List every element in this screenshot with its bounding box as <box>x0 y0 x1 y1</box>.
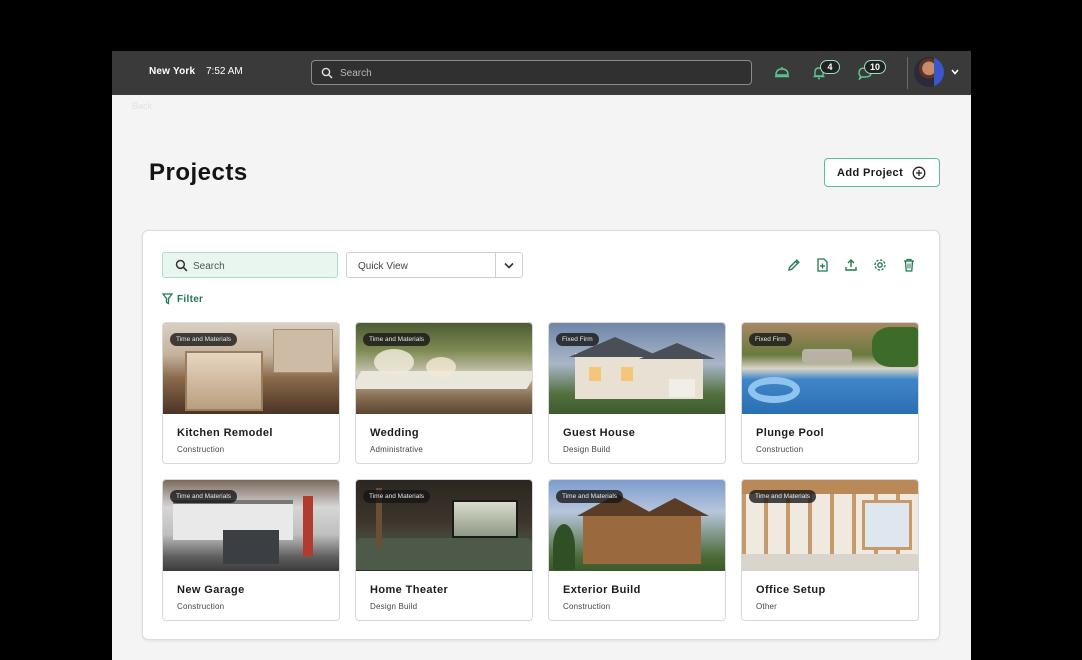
theater-photo: Time and Materials <box>356 480 532 571</box>
message-count-badge: 10 <box>864 60 887 74</box>
project-search-input[interactable]: Search <box>162 252 338 278</box>
search-icon <box>321 67 333 79</box>
funnel-icon <box>162 293 173 305</box>
notification-count-badge: 4 <box>820 60 840 74</box>
framing-photo: Time and Materials <box>742 480 918 571</box>
chevron-down-icon[interactable] <box>950 67 960 77</box>
contract-type-tag: Time and Materials <box>749 490 817 503</box>
global-search-input[interactable]: Search <box>311 60 752 85</box>
add-document-icon[interactable] <box>814 257 830 273</box>
project-name: Office Setup <box>756 584 826 596</box>
location-city: New York <box>149 66 196 77</box>
contract-type-tag: Time and Materials <box>363 490 431 503</box>
edit-pencil-icon[interactable] <box>786 257 802 273</box>
upload-icon[interactable] <box>843 257 859 273</box>
quick-view-value: Quick View <box>358 261 408 272</box>
house-photo: Fixed Firm <box>549 323 725 414</box>
project-category: Other <box>756 602 778 611</box>
contract-type-tag: Time and Materials <box>170 490 238 503</box>
project-name: Wedding <box>370 427 420 439</box>
exterior-house-photo: Time and Materials <box>549 480 725 571</box>
search-icon <box>175 259 188 272</box>
project-name: Exterior Build <box>563 584 641 596</box>
settings-gear-icon[interactable] <box>872 257 888 273</box>
project-category: Construction <box>177 602 225 611</box>
project-category: Administrative <box>370 445 424 454</box>
add-project-button[interactable]: Add Project <box>824 158 940 187</box>
project-card-wedding[interactable]: Time and Materials Wedding Administrativ… <box>355 322 533 464</box>
contract-type-tag: Time and Materials <box>170 333 238 346</box>
projects-panel: Search Quick View Filter Time and Materi… <box>142 230 940 640</box>
project-card-office-setup[interactable]: Time and Materials Office Setup Other <box>741 479 919 621</box>
project-card-home-theater[interactable]: Time and Materials Home Theater Design B… <box>355 479 533 621</box>
project-name: New Garage <box>177 584 245 596</box>
project-card-kitchen-remodel[interactable]: Time and Materials Kitchen Remodel Const… <box>162 322 340 464</box>
project-category: Construction <box>563 602 611 611</box>
top-bar: New York 7:52 AM Search 4 10 <box>112 51 971 95</box>
filter-label: Filter <box>177 294 204 305</box>
global-search-placeholder: Search <box>340 68 372 79</box>
project-name: Guest House <box>563 427 636 439</box>
pool-photo: Fixed Firm <box>742 323 918 414</box>
project-name: Plunge Pool <box>756 427 824 439</box>
chevron-down-icon[interactable] <box>503 261 515 271</box>
trash-icon[interactable] <box>901 257 917 273</box>
project-card-plunge-pool[interactable]: Fixed Firm Plunge Pool Construction <box>741 322 919 464</box>
desk-bell-icon[interactable] <box>774 66 790 78</box>
project-name: Kitchen Remodel <box>177 427 273 439</box>
project-card-new-garage[interactable]: Time and Materials New Garage Constructi… <box>162 479 340 621</box>
topbar-divider <box>907 57 908 89</box>
project-category: Design Build <box>563 445 611 454</box>
contract-type-tag: Fixed Firm <box>556 333 599 346</box>
project-category: Design Build <box>370 602 418 611</box>
project-card-guest-house[interactable]: Fixed Firm Guest House Design Build <box>548 322 726 464</box>
plus-circle-icon <box>912 166 926 180</box>
app-window: New York 7:52 AM Search 4 10 Back Projec… <box>112 51 971 660</box>
project-name: Home Theater <box>370 584 449 596</box>
project-search-placeholder: Search <box>193 261 225 272</box>
back-link[interactable]: Back <box>132 101 152 111</box>
page-title: Projects <box>149 159 248 186</box>
location-time: 7:52 AM <box>206 66 243 77</box>
contract-type-tag: Time and Materials <box>556 490 624 503</box>
add-project-label: Add Project <box>837 167 904 179</box>
project-category: Construction <box>756 445 804 454</box>
select-divider <box>495 253 496 277</box>
project-category: Construction <box>177 445 225 454</box>
wedding-table-photo: Time and Materials <box>356 323 532 414</box>
garage-photo: Time and Materials <box>163 480 339 571</box>
kitchen-photo: Time and Materials <box>163 323 339 414</box>
project-card-exterior-build[interactable]: Time and Materials Exterior Build Constr… <box>548 479 726 621</box>
contract-type-tag: Time and Materials <box>363 333 431 346</box>
user-avatar[interactable] <box>914 57 944 87</box>
quick-view-select[interactable]: Quick View <box>346 252 523 278</box>
contract-type-tag: Fixed Firm <box>749 333 792 346</box>
